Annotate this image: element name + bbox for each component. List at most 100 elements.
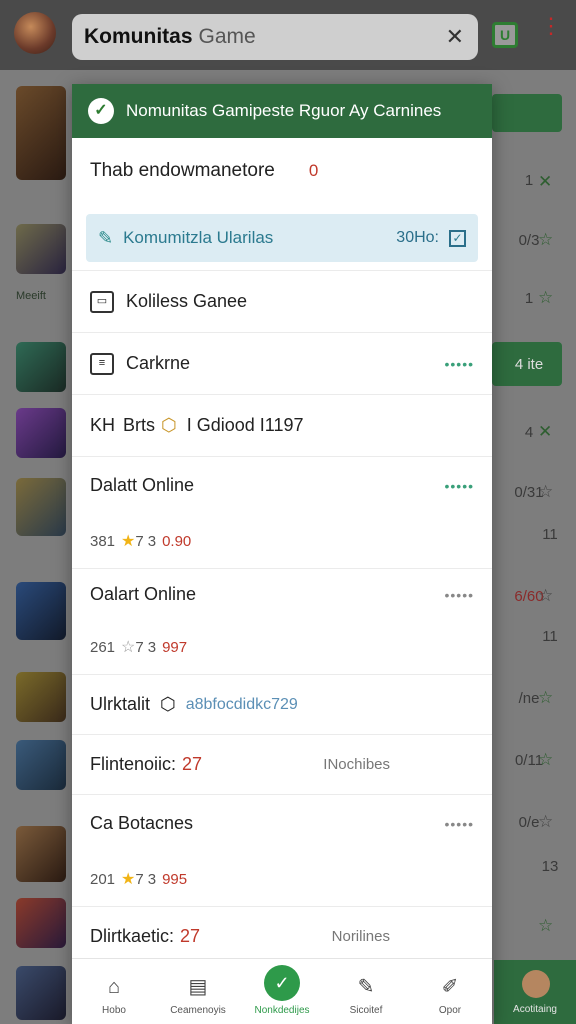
star-icon[interactable]: ✕ — [538, 172, 552, 192]
row-value: 4 — [524, 424, 534, 441]
tab-label: Opor — [438, 1005, 462, 1016]
list-item-label: Dlirtkaetic: — [90, 926, 175, 946]
item-count: 27 — [182, 754, 203, 774]
dialog-title: Nomunitas Gamipeste Rguor Ay Carnines — [126, 101, 442, 120]
row-value: 0/31 — [514, 484, 544, 501]
more-icon[interactable]: ••••• — [444, 587, 474, 603]
list-item-label: Oalart Online — [90, 584, 197, 604]
list-item-detail: I Gdiood I1197 — [186, 415, 304, 435]
row-value: 1 — [524, 290, 534, 307]
star-icon[interactable]: ☆ — [538, 916, 553, 936]
list-item[interactable]: Dlirtkaetic: 27 Norilines — [72, 906, 492, 966]
list-item[interactable]: Oalart Online ••••• — [72, 568, 492, 620]
list-item-label: Koliless Ganee — [126, 291, 248, 311]
stat-value: 201 — [90, 870, 116, 888]
highlighted-item[interactable]: ✎ Komumitzla Ularilas 30Ho: ✓ — [86, 214, 478, 262]
bottom-tab-bar: ⌂ Hobo ▤ Ceamenoyis ✓ Nonkdedijes ✎ Sico… — [72, 958, 492, 1024]
checkbox-icon[interactable]: ✓ — [449, 229, 466, 247]
list-item[interactable]: Ca Botacnes ••••• — [72, 794, 492, 852]
tab-label: Nonkdedijes — [254, 1005, 310, 1016]
cube-icon: ⬡ — [161, 415, 177, 435]
more-icon[interactable]: ••••• — [444, 356, 474, 372]
search-query: Komunitas — [84, 25, 193, 48]
clear-search-icon[interactable]: ✕ — [446, 24, 464, 50]
stat-value: 7 — [135, 638, 144, 656]
avatar[interactable] — [14, 12, 56, 54]
highlighted-item-label: Komumitzla Ularilas — [123, 228, 274, 247]
dialog-header: ✓ Nomunitas Gamipeste Rguor Ay Carnines — [72, 84, 492, 138]
document-icon: ▤ — [188, 976, 208, 998]
row-value: 0/3 — [518, 232, 540, 249]
game-thumbnail[interactable] — [16, 582, 66, 640]
item-count: 27 — [180, 926, 201, 946]
list-item-label: Ca Botacnes — [90, 813, 194, 833]
message-icon: ▭ — [90, 290, 114, 313]
game-thumbnail[interactable] — [16, 86, 66, 180]
star-icon[interactable]: ☆ — [538, 750, 553, 770]
stat-value: 995 — [162, 870, 188, 888]
highlighted-item-value: 30Ho: — [396, 229, 439, 246]
list-item-label: Flintenoiic: — [90, 754, 177, 774]
tab-label: Hobo — [102, 1005, 126, 1016]
bookmark-icon[interactable]: U — [492, 22, 518, 48]
subtitle-badge: 0 — [308, 161, 319, 180]
stat-value: 7 — [135, 870, 144, 888]
list-item[interactable]: Ulrktalit ⬡ a8bfocdidkc729 — [72, 674, 492, 734]
background-tab[interactable]: Acotitaing — [494, 960, 576, 1024]
tab-documents[interactable]: ▤ Ceamenoyis — [156, 959, 240, 1024]
list-item-label: Dalatt Online — [90, 475, 195, 495]
tab-label: Sicoitef — [349, 1005, 383, 1016]
game-thumbnail[interactable] — [16, 224, 66, 274]
list-item-prefix: KH — [90, 415, 116, 435]
game-thumbnail[interactable] — [16, 408, 66, 458]
star-icon[interactable]: ✕ — [538, 422, 552, 442]
row-value: 0/11 — [514, 752, 544, 769]
item-link[interactable]: a8bfocdidkc729 — [186, 696, 298, 714]
row-value: 1 — [524, 172, 534, 189]
game-thumbnail[interactable] — [16, 966, 66, 1020]
cube-icon: ⬡ — [160, 694, 176, 714]
star-icon: ★ — [121, 533, 136, 550]
more-icon[interactable]: ••••• — [444, 816, 474, 832]
list-item[interactable]: Flintenoiic: 27 INochibes — [72, 734, 492, 794]
tab-home[interactable]: ⌂ Hobo — [72, 959, 156, 1024]
star-icon: ★ — [121, 871, 136, 888]
star-icon[interactable]: ☆ — [538, 586, 553, 606]
stat-value: 7 — [135, 532, 144, 550]
star-icon[interactable]: ☆ — [538, 230, 553, 250]
game-thumbnail[interactable] — [16, 478, 66, 536]
star-icon[interactable]: ☆ — [538, 688, 553, 708]
list-item[interactable]: ≡ Carkrne ••••• — [72, 332, 492, 394]
game-thumbnail[interactable] — [16, 898, 66, 948]
edit-icon: ✎ — [357, 976, 375, 998]
row-value: 0/e — [518, 814, 540, 831]
stat-value: 3 — [147, 532, 157, 550]
game-thumbnail[interactable] — [16, 826, 66, 882]
search-bar[interactable]: Komunitas Game ✕ — [72, 14, 478, 60]
game-thumbnail[interactable] — [16, 672, 66, 722]
list-item-label: Brts — [123, 415, 156, 435]
document-icon: ≡ — [90, 352, 114, 375]
stat-value: 261 — [90, 638, 116, 656]
list-item-label: Carkrne — [126, 353, 191, 373]
more-options-icon[interactable]: ⋮ — [540, 15, 562, 37]
item-status: Norilines — [331, 928, 390, 945]
stat-value: 3 — [147, 638, 157, 656]
tab-active[interactable]: ✓ Nonkdedijes — [240, 959, 324, 1024]
background-action-button[interactable] — [492, 94, 562, 132]
app-topbar: Komunitas Game ✕ U ⋮ — [0, 0, 576, 70]
list-item[interactable]: KH Brts ⬡ I Gdiood I1197 — [72, 394, 492, 456]
tab-open[interactable]: ✐ Opor — [408, 959, 492, 1024]
game-thumbnail[interactable] — [16, 342, 66, 392]
stat-value: 381 — [90, 532, 116, 550]
game-thumbnail[interactable] — [16, 740, 66, 790]
more-icon[interactable]: ••••• — [444, 478, 474, 494]
list-item[interactable]: Dalatt Online ••••• — [72, 456, 492, 514]
tab-edit[interactable]: ✎ Sicoitef — [324, 959, 408, 1024]
star-icon[interactable]: ☆ — [538, 812, 553, 832]
check-icon: ✓ — [88, 98, 114, 124]
star-icon[interactable]: ☆ — [538, 288, 553, 308]
list-item[interactable]: ▭ Koliless Ganee — [72, 270, 492, 332]
tab-label: Ceamenoyis — [170, 1005, 226, 1016]
star-icon[interactable]: ☆ — [538, 482, 553, 502]
